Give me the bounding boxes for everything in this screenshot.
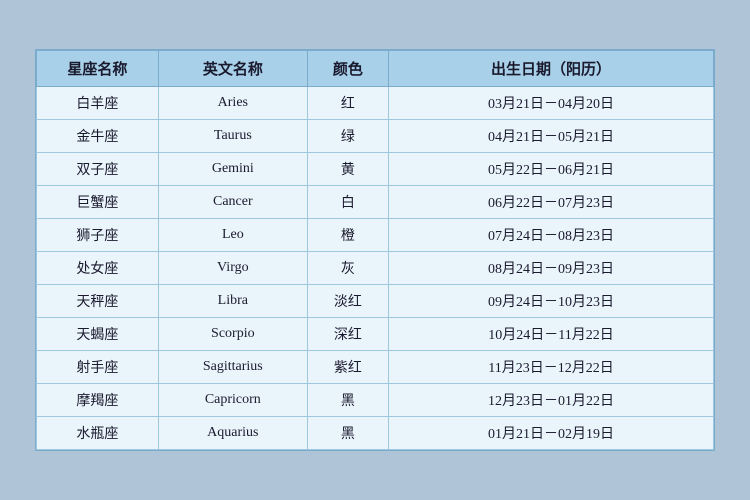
cell-color: 橙 xyxy=(307,219,388,252)
cell-english-name: Virgo xyxy=(158,252,307,285)
cell-color: 红 xyxy=(307,87,388,120)
header-chinese-name: 星座名称 xyxy=(37,51,159,87)
cell-english-name: Scorpio xyxy=(158,318,307,351)
cell-english-name: Gemini xyxy=(158,153,307,186)
cell-color: 黄 xyxy=(307,153,388,186)
cell-english-name: Taurus xyxy=(158,120,307,153)
cell-birth-date: 06月22日－07月23日 xyxy=(389,186,714,219)
cell-color: 绿 xyxy=(307,120,388,153)
cell-birth-date: 07月24日－08月23日 xyxy=(389,219,714,252)
cell-chinese-name: 巨蟹座 xyxy=(37,186,159,219)
cell-chinese-name: 射手座 xyxy=(37,351,159,384)
zodiac-table: 星座名称 英文名称 颜色 出生日期（阳历） 白羊座Aries红03月21日－04… xyxy=(36,50,714,450)
cell-birth-date: 03月21日－04月20日 xyxy=(389,87,714,120)
table-body: 白羊座Aries红03月21日－04月20日金牛座Taurus绿04月21日－0… xyxy=(37,87,714,450)
zodiac-table-container: 星座名称 英文名称 颜色 出生日期（阳历） 白羊座Aries红03月21日－04… xyxy=(35,49,715,451)
cell-english-name: Aries xyxy=(158,87,307,120)
table-header-row: 星座名称 英文名称 颜色 出生日期（阳历） xyxy=(37,51,714,87)
cell-chinese-name: 水瓶座 xyxy=(37,417,159,450)
cell-color: 灰 xyxy=(307,252,388,285)
table-row: 天秤座Libra淡红09月24日－10月23日 xyxy=(37,285,714,318)
table-row: 白羊座Aries红03月21日－04月20日 xyxy=(37,87,714,120)
cell-color: 深红 xyxy=(307,318,388,351)
table-row: 金牛座Taurus绿04月21日－05月21日 xyxy=(37,120,714,153)
cell-birth-date: 09月24日－10月23日 xyxy=(389,285,714,318)
cell-chinese-name: 双子座 xyxy=(37,153,159,186)
header-birth-date: 出生日期（阳历） xyxy=(389,51,714,87)
table-row: 巨蟹座Cancer白06月22日－07月23日 xyxy=(37,186,714,219)
cell-birth-date: 04月21日－05月21日 xyxy=(389,120,714,153)
cell-chinese-name: 天蝎座 xyxy=(37,318,159,351)
table-row: 狮子座Leo橙07月24日－08月23日 xyxy=(37,219,714,252)
cell-color: 淡红 xyxy=(307,285,388,318)
cell-birth-date: 01月21日－02月19日 xyxy=(389,417,714,450)
cell-english-name: Aquarius xyxy=(158,417,307,450)
header-english-name: 英文名称 xyxy=(158,51,307,87)
table-row: 水瓶座Aquarius黑01月21日－02月19日 xyxy=(37,417,714,450)
cell-chinese-name: 摩羯座 xyxy=(37,384,159,417)
table-row: 处女座Virgo灰08月24日－09月23日 xyxy=(37,252,714,285)
cell-chinese-name: 狮子座 xyxy=(37,219,159,252)
cell-english-name: Capricorn xyxy=(158,384,307,417)
cell-chinese-name: 白羊座 xyxy=(37,87,159,120)
cell-chinese-name: 天秤座 xyxy=(37,285,159,318)
cell-chinese-name: 金牛座 xyxy=(37,120,159,153)
table-row: 射手座Sagittarius紫红11月23日－12月22日 xyxy=(37,351,714,384)
table-row: 摩羯座Capricorn黑12月23日－01月22日 xyxy=(37,384,714,417)
cell-birth-date: 10月24日－11月22日 xyxy=(389,318,714,351)
cell-english-name: Libra xyxy=(158,285,307,318)
table-row: 天蝎座Scorpio深红10月24日－11月22日 xyxy=(37,318,714,351)
cell-color: 紫红 xyxy=(307,351,388,384)
cell-color: 白 xyxy=(307,186,388,219)
cell-chinese-name: 处女座 xyxy=(37,252,159,285)
cell-birth-date: 05月22日－06月21日 xyxy=(389,153,714,186)
header-color: 颜色 xyxy=(307,51,388,87)
cell-color: 黑 xyxy=(307,417,388,450)
cell-birth-date: 12月23日－01月22日 xyxy=(389,384,714,417)
cell-english-name: Cancer xyxy=(158,186,307,219)
cell-birth-date: 11月23日－12月22日 xyxy=(389,351,714,384)
cell-english-name: Leo xyxy=(158,219,307,252)
cell-birth-date: 08月24日－09月23日 xyxy=(389,252,714,285)
table-row: 双子座Gemini黄05月22日－06月21日 xyxy=(37,153,714,186)
cell-color: 黑 xyxy=(307,384,388,417)
cell-english-name: Sagittarius xyxy=(158,351,307,384)
